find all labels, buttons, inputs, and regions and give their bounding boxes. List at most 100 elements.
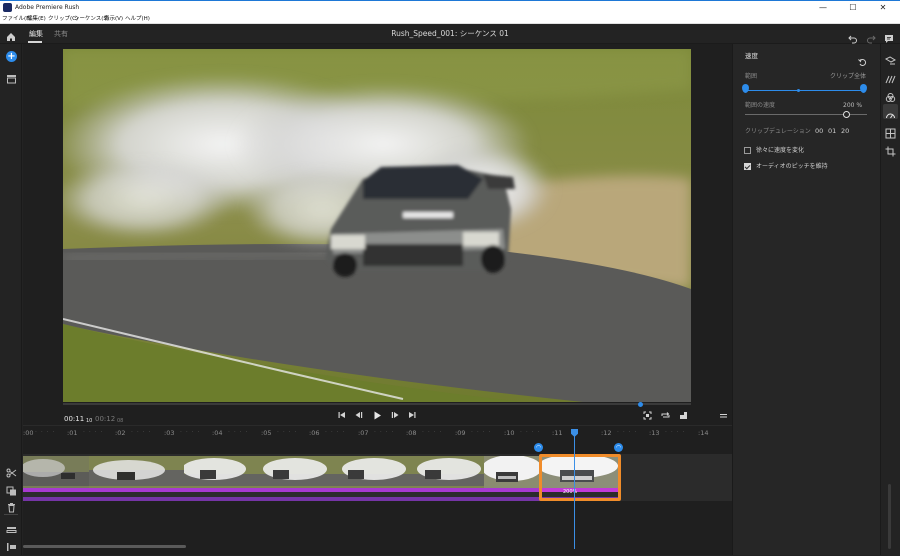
app-header: 編集 共有 Rush_Speed_001: シーケンス 01	[0, 24, 900, 44]
clip-video-bar	[23, 488, 89, 492]
home-icon[interactable]	[5, 28, 17, 41]
go-to-end-icon[interactable]	[406, 411, 418, 423]
export-frame-icon[interactable]	[677, 411, 689, 423]
right-tool-rail	[880, 44, 900, 555]
ruler-tick: :06	[309, 429, 320, 437]
ruler-tick: :10	[504, 429, 515, 437]
scrubber-handle[interactable]	[638, 402, 644, 407]
add-media-button[interactable]: +	[6, 51, 17, 62]
speed-label: 範囲の速度	[745, 102, 776, 109]
speed-ramp-start-icon[interactable]: ◠	[534, 443, 543, 452]
speed-value[interactable]: 200 %	[843, 102, 862, 110]
ruler-tick: :01	[67, 429, 78, 437]
crop-transform-icon[interactable]	[885, 142, 896, 157]
range-midpoint	[797, 89, 800, 92]
maximize-button[interactable]: ☐	[838, 2, 868, 14]
timeline-ruler[interactable]: :00 :01 :02 :03 :04 :05 :06 :07 :08 :09 …	[23, 426, 732, 440]
duration-minutes-field[interactable]: 01	[828, 127, 836, 136]
ruler-tick: :12	[601, 429, 612, 437]
ruler-tick: :00	[23, 429, 34, 437]
program-monitor: 00:11 10 00:12 08	[23, 44, 732, 425]
menu-view[interactable]: 表示(V)	[104, 14, 123, 24]
minimize-button[interactable]: —	[808, 2, 838, 14]
playback-scrubber[interactable]	[63, 403, 691, 405]
video-track[interactable]: 200%	[23, 454, 732, 501]
tab-share[interactable]: 共有	[54, 29, 68, 39]
split-clip-icon[interactable]	[6, 463, 17, 478]
reset-icon[interactable]	[858, 52, 867, 66]
loop-icon[interactable]	[659, 411, 671, 423]
ruler-tick: :08	[406, 429, 417, 437]
duplicate-icon[interactable]	[6, 481, 17, 496]
video-preview-frame[interactable]	[63, 49, 691, 402]
ruler-subticks: · · · ·	[83, 429, 104, 436]
speed-slider-knob[interactable]	[842, 111, 850, 118]
pitch-checkbox[interactable]	[744, 163, 751, 170]
audio-icon[interactable]	[885, 124, 896, 139]
color-icon[interactable]	[885, 88, 896, 102]
drift-car-frame-image	[63, 49, 691, 402]
ruler-subticks: · · · ·	[35, 429, 56, 436]
clip-video-bar	[334, 488, 409, 492]
monitor-menu-icon[interactable]	[717, 411, 729, 423]
close-button[interactable]: ✕	[868, 2, 898, 14]
duration-frames-field[interactable]: 20	[841, 127, 849, 136]
range-start-handle[interactable]	[742, 84, 749, 93]
clip-thumbnail[interactable]	[409, 456, 484, 492]
ruler-subticks: · · · ·	[520, 429, 541, 436]
ruler-tick: :13	[649, 429, 660, 437]
transitions-icon[interactable]	[885, 70, 896, 84]
left-tool-rail: +	[0, 44, 22, 555]
delete-icon[interactable]	[6, 498, 17, 513]
audio-waveform-bar	[23, 497, 619, 501]
ruler-subticks: · · · ·	[665, 429, 686, 436]
track-controls-icon[interactable]	[6, 520, 17, 533]
clip-video-bar	[484, 488, 539, 492]
undo-icon[interactable]	[848, 29, 858, 44]
selected-clip-outline[interactable]	[539, 454, 621, 501]
clip-thumbnail[interactable]	[484, 456, 539, 492]
ruler-tick: :09	[455, 429, 466, 437]
speed-icon[interactable]	[885, 106, 896, 119]
clip-thumbnail[interactable]	[334, 456, 409, 492]
feedback-icon[interactable]	[884, 29, 894, 43]
go-to-start-icon[interactable]	[336, 411, 348, 423]
range-end-handle[interactable]	[860, 84, 867, 93]
step-forward-icon[interactable]	[389, 411, 401, 423]
timeline-panel: :00 :01 :02 :03 :04 :05 :06 :07 :08 :09 …	[23, 425, 732, 555]
panel-title: 速度	[745, 52, 758, 60]
menu-help[interactable]: ヘルプ(H)	[125, 14, 150, 24]
speed-ramp-end-icon[interactable]: ◠	[614, 443, 623, 452]
ruler-tick: :07	[358, 429, 369, 437]
range-slider-track[interactable]	[746, 90, 864, 91]
range-value: クリップ全体	[830, 73, 867, 80]
pitch-label: オーディオのピッチを維持	[756, 163, 828, 170]
clip-video-bar	[409, 488, 484, 492]
ruler-tick: :02	[115, 429, 126, 437]
playhead-line[interactable]	[574, 434, 575, 549]
titles-icon[interactable]	[884, 52, 897, 65]
range-label: 範囲	[745, 73, 758, 80]
panel-scrollbar[interactable]	[888, 484, 891, 549]
ruler-subticks: · · · ·	[131, 429, 152, 436]
clip-thumbnail[interactable]	[184, 456, 259, 492]
menu-edit[interactable]: 編集(E)	[27, 14, 46, 24]
tab-edit[interactable]: 編集	[29, 29, 43, 39]
project-assets-icon[interactable]	[6, 69, 17, 84]
clip-thumbnail[interactable]	[23, 456, 89, 492]
ramp-checkbox[interactable]	[744, 147, 751, 154]
current-time: 00:11	[64, 415, 85, 423]
timeline-scrollbar[interactable]	[23, 545, 186, 548]
ruler-subticks: · · · ·	[374, 429, 395, 436]
ruler-subticks: · · · ·	[325, 429, 346, 436]
duration-seconds-field[interactable]: 00	[815, 127, 823, 136]
clip-thumbnail[interactable]	[259, 456, 334, 492]
ruler-tick: :03	[164, 429, 175, 437]
timeline-zoom-icon[interactable]	[6, 537, 17, 551]
step-back-icon[interactable]	[353, 411, 365, 423]
ruler-subticks: · · · ·	[228, 429, 249, 436]
redo-icon[interactable]	[866, 29, 876, 44]
fit-frame-icon[interactable]	[641, 411, 653, 423]
play-icon[interactable]	[371, 411, 383, 423]
clip-thumbnail[interactable]	[89, 456, 184, 492]
